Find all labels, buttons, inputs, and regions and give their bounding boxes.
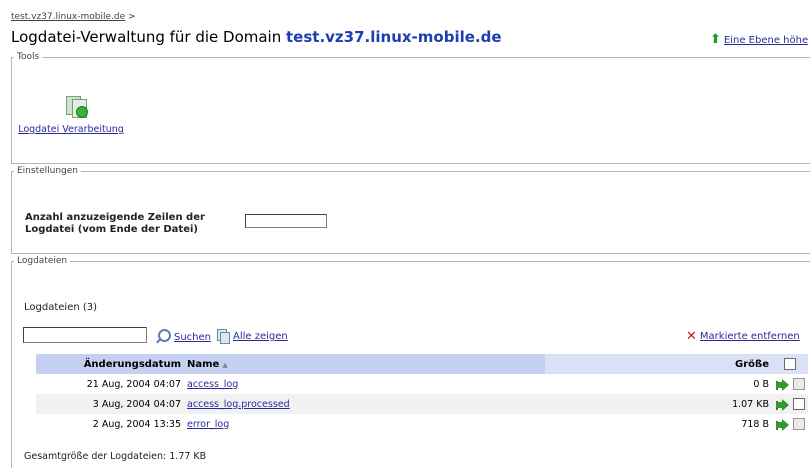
row-size: 1.07 KB <box>545 394 772 414</box>
remove-selected-label[interactable]: Markierte entfernen <box>700 331 800 342</box>
column-header-date[interactable]: Änderungsdatum <box>36 354 184 374</box>
table-header-row: Änderungsdatum Name ▲ Größe <box>36 354 808 374</box>
table-row: 21 Aug, 2004 04:07 access_log 0 B <box>36 374 808 394</box>
lines-count-input[interactable] <box>245 214 327 228</box>
row-name-link[interactable]: error_log <box>187 419 229 430</box>
row-name-link[interactable]: access_log <box>187 379 238 390</box>
total-size: Gesamtgröße der Logdateien: 1.77 KB <box>24 451 207 462</box>
tool-log-processing-label[interactable]: Logdatei Verarbeitung <box>18 124 124 135</box>
column-header-name[interactable]: Name ▲ <box>184 354 545 374</box>
up-level-button[interactable]: ⬆ Eine Ebene höhe <box>710 32 808 47</box>
log-processing-icon[interactable] <box>66 96 88 118</box>
row-name-cell: access_log <box>184 374 545 394</box>
lines-count-label: Anzahl anzuzeigende Zeilen der Logdatei … <box>25 212 205 236</box>
breadcrumb-domain-link[interactable]: test.vz37.linux-mobile.de <box>11 12 125 22</box>
up-arrow-icon: ⬆ <box>710 32 721 47</box>
page-title: Logdatei-Verwaltung für die Domain test.… <box>11 28 502 46</box>
row-actions <box>772 394 808 414</box>
row-actions <box>772 374 808 394</box>
breadcrumb-separator: > <box>128 12 136 22</box>
row-checkbox[interactable] <box>792 378 805 390</box>
row-date: 3 Aug, 2004 04:07 <box>36 394 184 414</box>
sort-ascending-icon: ▲ <box>222 360 228 369</box>
column-header-size[interactable]: Größe <box>545 354 772 374</box>
search-input[interactable] <box>23 327 147 343</box>
settings-section: Einstellungen Anzahl anzuzeigende Zeilen… <box>11 166 810 254</box>
show-all-button[interactable]: Alle zeigen <box>217 329 288 344</box>
download-icon[interactable] <box>775 378 789 391</box>
lines-count-label-line2: Logdatei (vom Ende der Datei) <box>25 224 198 235</box>
magnifier-icon <box>158 329 171 342</box>
logfiles-section: Logdateien Logdateien (3) Suchen Alle ze… <box>11 256 810 468</box>
up-level-link[interactable]: Eine Ebene höhe <box>724 35 808 46</box>
settings-legend: Einstellungen <box>17 166 79 176</box>
column-header-name-label[interactable]: Name <box>187 359 219 370</box>
search-button[interactable]: Suchen <box>158 329 211 343</box>
row-date: 21 Aug, 2004 04:07 <box>86 378 181 390</box>
table-row: 2 Aug, 2004 13:35 error_log 718 B <box>36 414 808 434</box>
row-date: 2 Aug, 2004 13:35 <box>92 418 181 430</box>
row-size: 0 B <box>753 378 769 390</box>
row-name-link[interactable]: access_log.processed <box>187 399 290 410</box>
search-button-label[interactable]: Suchen <box>174 332 211 343</box>
download-icon[interactable] <box>775 398 789 411</box>
remove-selected-button[interactable]: ✕ Markierte entfernen <box>686 329 800 344</box>
tools-legend: Tools <box>17 52 40 62</box>
logfiles-legend: Logdateien <box>17 256 68 266</box>
select-all-checkbox[interactable] <box>784 358 796 370</box>
show-all-button-label[interactable]: Alle zeigen <box>233 331 288 342</box>
tools-section: Tools Logdatei Verarbeitung <box>11 52 810 164</box>
row-size: 718 B <box>741 418 769 430</box>
column-header-select <box>772 354 808 374</box>
tool-log-processing[interactable]: Logdatei Verarbeitung <box>18 96 132 135</box>
pages-icon <box>217 329 230 344</box>
logfiles-table: Änderungsdatum Name ▲ Größe 21 Aug, 2004 … <box>36 354 808 434</box>
row-checkbox[interactable] <box>792 418 805 430</box>
download-icon[interactable] <box>775 418 789 431</box>
delete-x-icon: ✕ <box>686 329 697 344</box>
lines-count-label-line1: Anzahl anzuzeigende Zeilen der <box>25 212 205 223</box>
row-actions <box>772 414 808 434</box>
row-name-cell: access_log.processed <box>184 394 545 414</box>
page-title-prefix: Logdatei-Verwaltung für die Domain <box>11 28 287 46</box>
row-name-cell: error_log <box>184 414 545 434</box>
page-title-domain: test.vz37.linux-mobile.de <box>286 28 502 46</box>
breadcrumb: test.vz37.linux-mobile.de > <box>11 12 136 22</box>
logfiles-count: Logdateien (3) <box>24 302 98 313</box>
table-row: 3 Aug, 2004 04:07 access_log.processed 1… <box>36 394 808 414</box>
row-checkbox[interactable] <box>792 398 805 410</box>
